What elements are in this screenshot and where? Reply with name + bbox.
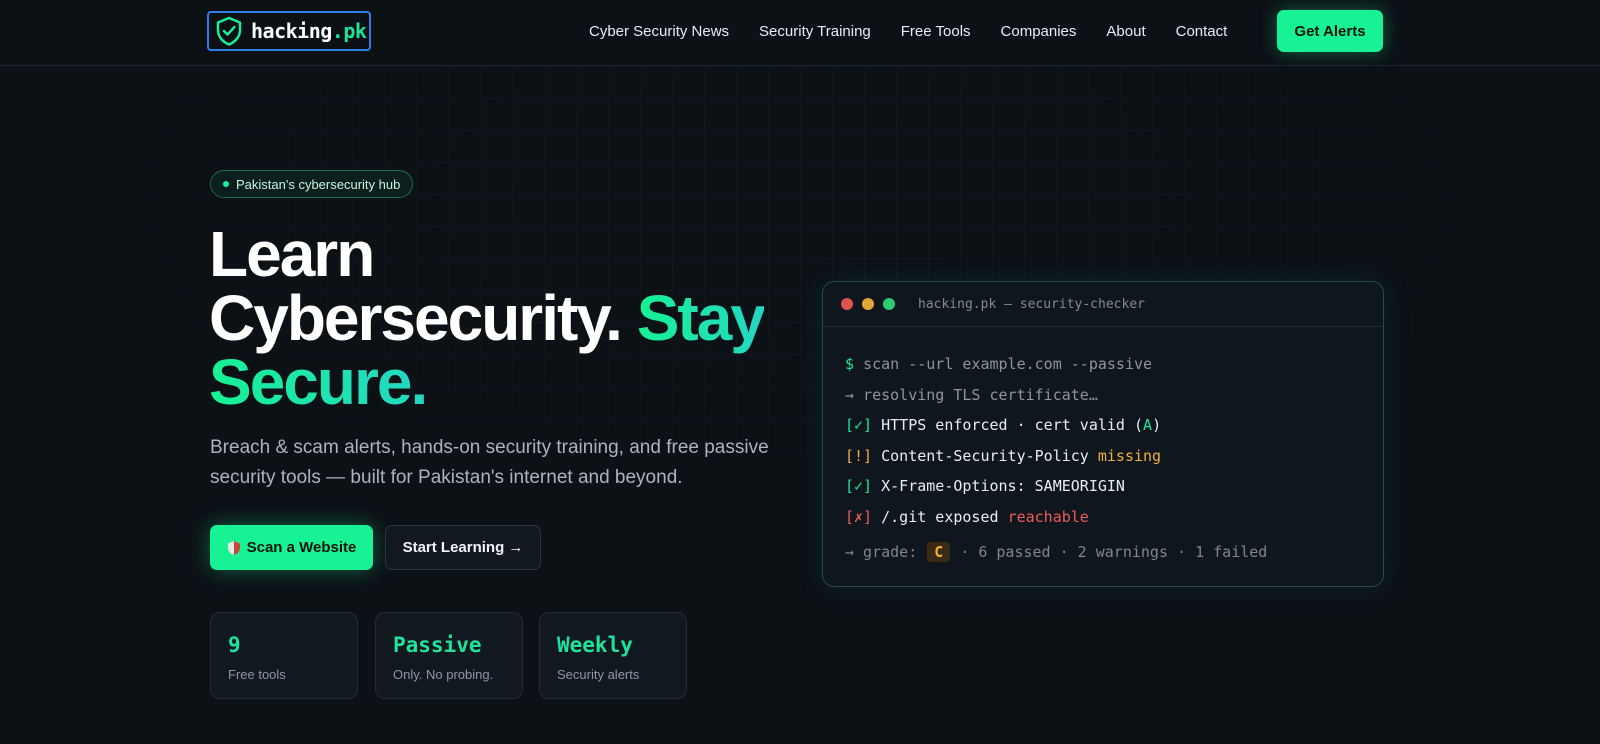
headline-accent-stay: Stay xyxy=(636,282,766,354)
shield-icon xyxy=(227,540,240,555)
stat-card-tools: 9 Free tools xyxy=(210,612,358,699)
hero-subtext: Breach & scam alerts, hands-on security … xyxy=(210,437,769,488)
window-close-dot-icon xyxy=(841,298,853,310)
terminal-git-line: [✗] /.git exposed reachable xyxy=(845,507,1089,526)
nav-link-companies[interactable]: Companies xyxy=(1001,23,1077,40)
top-navbar: hacking.pk Cyber Security News Security … xyxy=(0,0,1600,66)
shield-check-icon xyxy=(216,16,242,46)
nav-link-about[interactable]: About xyxy=(1106,23,1145,40)
status-dot-icon xyxy=(223,181,229,187)
nav-link-cyber-security-news[interactable]: Cyber Security News xyxy=(589,23,729,40)
stat-card-passive: Passive Only. No probing. xyxy=(375,612,523,699)
window-maximize-dot-icon xyxy=(883,298,895,310)
site-logo[interactable]: hacking.pk xyxy=(207,11,371,51)
headline-line-2: Cybersecurity. xyxy=(209,282,623,354)
terminal-title: hacking.pk — security-checker xyxy=(918,296,1145,312)
stat-value: Weekly xyxy=(557,633,633,657)
hero-badge-text: Pakistan's cybersecurity hub xyxy=(236,176,401,192)
stat-label: Free tools xyxy=(228,667,286,682)
terminal-csp-line: [!] Content-Security-Policy missing xyxy=(845,446,1162,465)
nav-link-free-tools[interactable]: Free Tools xyxy=(901,23,971,40)
hero-badge: Pakistan's cybersecurity hub xyxy=(210,170,414,198)
terminal-resolving-line: → resolving TLS certificate… xyxy=(845,385,1098,404)
nav-links: Cyber Security News Security Training Fr… xyxy=(589,0,1227,62)
stat-label: Only. No probing. xyxy=(393,667,494,682)
headline-line-1: Learn xyxy=(209,218,375,290)
terminal-xfo-line: [✓] X-Frame-Options: SAMEORIGIN xyxy=(845,477,1125,495)
nav-link-security-training[interactable]: Security Training xyxy=(759,23,871,40)
stat-value: 9 xyxy=(228,633,241,657)
start-learning-button[interactable]: Start Learning → xyxy=(385,525,541,570)
stat-label: Security alerts xyxy=(557,667,640,682)
hero-headline: Learn Cybersecurity. Stay Secure. xyxy=(209,222,799,414)
stat-card-weekly: Weekly Security alerts xyxy=(539,612,687,699)
terminal-title-bar: hacking.pk — security-checker xyxy=(823,282,1383,327)
terminal-output: $ scan --url example.com --passive → res… xyxy=(823,327,1383,562)
terminal-command-line: $ scan --url example.com --passive xyxy=(845,355,1153,373)
stat-value: Passive xyxy=(393,633,482,657)
scan-website-button[interactable]: Scan a Website xyxy=(210,525,373,570)
headline-accent-secure: Secure. xyxy=(209,346,428,418)
nav-link-contact[interactable]: Contact xyxy=(1176,23,1228,40)
window-minimize-dot-icon xyxy=(862,298,874,310)
get-alerts-button[interactable]: Get Alerts xyxy=(1277,10,1383,52)
security-checker-terminal: hacking.pk — security-checker $ scan --u… xyxy=(822,281,1384,587)
grade-badge: C xyxy=(927,542,951,562)
scan-website-label: Scan a Website xyxy=(246,539,357,556)
terminal-https-line: [✓] HTTPS enforced · cert valid (A) xyxy=(845,416,1162,434)
terminal-grade-line: → grade: C · 6 passed · 2 warnings · 1 fai… xyxy=(845,542,1268,562)
logo-text: hacking.pk xyxy=(251,19,367,43)
